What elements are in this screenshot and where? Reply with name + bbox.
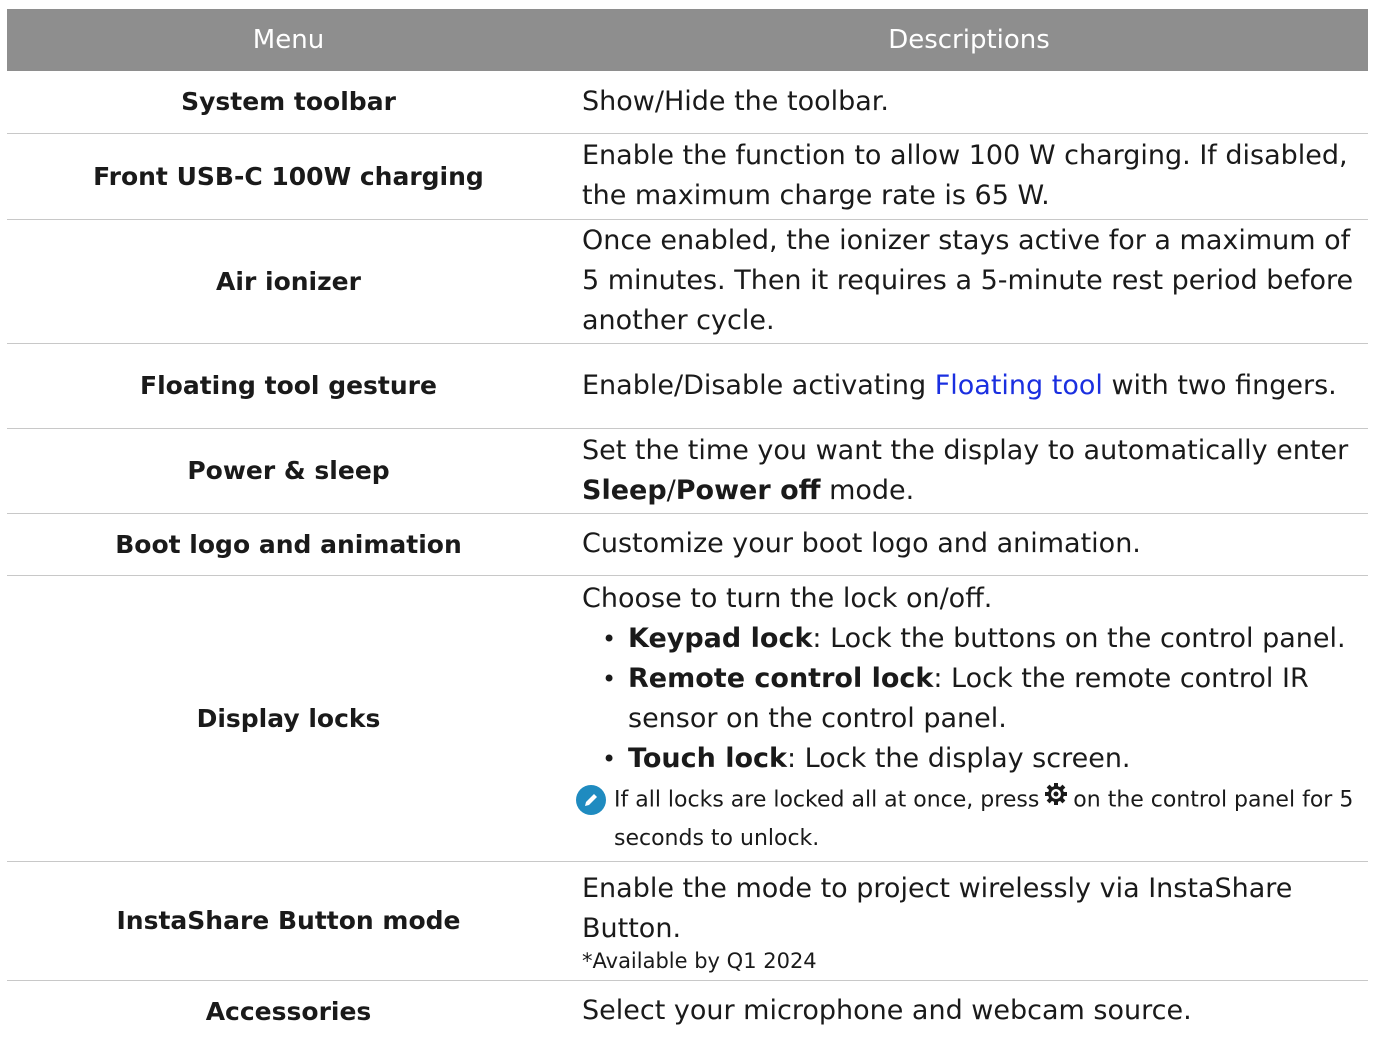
sleep-mode-label: Sleep	[582, 474, 667, 506]
row-menu-system-toolbar: System toolbar	[7, 71, 570, 134]
row-desc-instashare: Enable the mode to project wirelessly vi…	[570, 861, 1368, 981]
list-item-text: : Lock the buttons on the control panel.	[812, 622, 1346, 654]
row-desc-floating-tool-gesture: Enable/Disable activating Floating tool …	[570, 343, 1368, 429]
note-text: If all locks are locked all at once, pre…	[614, 781, 1358, 858]
table-row: Display locks Choose to turn the lock on…	[7, 575, 1368, 862]
desc-text: Set the time you want the display to aut…	[582, 434, 1349, 466]
row-desc-accessories: Select your microphone and webcam source…	[582, 995, 1192, 1027]
row-menu-floating-tool-gesture: Floating tool gesture	[7, 343, 570, 429]
table-row: Floating tool gesture Enable/Disable act…	[7, 343, 1368, 429]
bullet-glyph: •	[602, 664, 617, 693]
table-row: Air ionizer Once enabled, the ionizer st…	[7, 219, 1368, 344]
gear-icon	[1043, 781, 1069, 820]
bullet-glyph: •	[602, 744, 617, 773]
desc-separator: /	[666, 474, 676, 506]
row-menu-boot-logo: Boot logo and animation	[7, 513, 570, 576]
pencil-icon	[576, 784, 606, 815]
row-desc-display-locks: Choose to turn the lock on/off. • Keypad …	[570, 575, 1368, 862]
power-off-mode-label: Power off	[675, 474, 821, 506]
floating-tool-link[interactable]: Floating tool	[935, 370, 1103, 401]
row-menu-accessories: Accessories	[205, 996, 372, 1026]
row-menu-instashare: InstaShare Button mode	[7, 861, 570, 981]
bullet-glyph: •	[602, 624, 617, 653]
list-item: • Touch lock: Lock the display screen.	[602, 739, 1358, 779]
table-row: InstaShare Button mode Enable the mode t…	[7, 861, 1368, 981]
row-menu-display-locks: Display locks	[7, 575, 570, 862]
row-desc-power-sleep: Set the time you want the display to aut…	[570, 428, 1368, 514]
row-desc-air-ionizer: Once enabled, the ionizer stays active f…	[570, 219, 1368, 344]
table-row: Power & sleep Set the time you want the …	[7, 428, 1368, 514]
desc-text: Enable/Disable activating	[582, 369, 935, 401]
row-desc-system-toolbar: Show/Hide the toolbar.	[570, 71, 1368, 134]
table-header-row: Menu Descriptions	[7, 9, 1368, 71]
remote-control-lock-label: Remote control lock	[628, 662, 934, 694]
note-box: If all locks are locked all at once, pre…	[576, 781, 1358, 858]
table-row: System toolbar Show/Hide the toolbar.	[7, 71, 1368, 134]
header-menu: Menu	[7, 9, 570, 71]
list-item: • Keypad lock: Lock the buttons on the co…	[602, 619, 1358, 659]
desc-text: with two fingers.	[1102, 369, 1337, 401]
lock-list: • Keypad lock: Lock the buttons on the co…	[582, 619, 1358, 779]
keypad-lock-label: Keypad lock	[628, 622, 813, 654]
desc-text: Choose to turn the lock on/off.	[582, 582, 993, 614]
row-menu-power-sleep: Power & sleep	[7, 428, 570, 514]
settings-table: Menu Descriptions System toolbar Show/Hi…	[7, 9, 1368, 1042]
availability-note: *Available by Q1 2024	[582, 948, 817, 973]
header-descriptions: Descriptions	[570, 9, 1368, 71]
row-menu-usb-c-charging: Front USB-C 100W charging	[7, 133, 570, 220]
list-item-text: : Lock the display screen.	[787, 742, 1131, 774]
row-desc-boot-logo: Customize your boot logo and animation.	[570, 513, 1368, 576]
desc-text: mode.	[820, 474, 915, 506]
touch-lock-label: Touch lock	[628, 742, 787, 774]
row-desc-usb-c-charging: Enable the function to allow 100 W charg…	[570, 133, 1368, 220]
desc-text: Enable the mode to project wirelessly vi…	[582, 872, 1293, 944]
row-menu-air-ionizer: Air ionizer	[7, 219, 570, 344]
list-item: • Remote control lock: Lock the remote co…	[602, 659, 1358, 739]
table-row: Front USB-C 100W charging Enable the fun…	[7, 133, 1368, 220]
note-text-pre: If all locks are locked all at once, pre…	[614, 787, 1040, 812]
table-row: Boot logo and animation Customize your b…	[7, 513, 1368, 576]
table-row: Accessories Select your microphone and w…	[7, 980, 1368, 1042]
